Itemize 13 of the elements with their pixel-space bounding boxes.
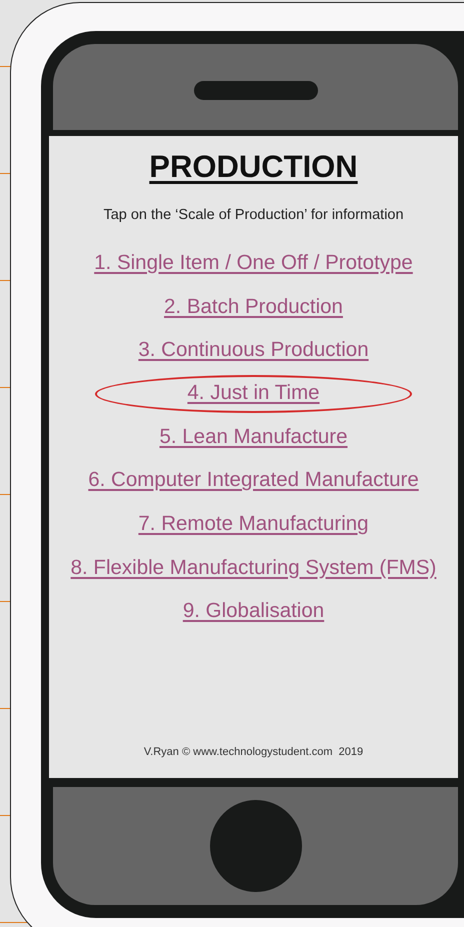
production-link[interactable]: 4. Just in Time (167, 380, 340, 404)
production-link[interactable]: 3. Continuous Production (118, 338, 389, 363)
production-link[interactable]: 2. Batch Production (144, 294, 363, 320)
page-title: PRODUCTION (149, 148, 358, 186)
production-link[interactable]: 9. Globalisation (162, 599, 344, 624)
speaker-slot-icon (194, 80, 318, 100)
production-link[interactable]: 1. Single Item / One Off / Prototype (74, 250, 433, 276)
production-link[interactable]: 7. Remote Manufacturing (118, 512, 389, 536)
copyright-text: V.Ryan © www.technologystudent.com 2019 (144, 744, 364, 760)
instruction-text: Tap on the ‘Scale of Production’ for information (103, 206, 404, 226)
production-link[interactable]: 8. Flexible Manufacturing System (FMS) (50, 556, 456, 580)
production-link[interactable]: 5. Lean Manufacture (139, 424, 368, 450)
production-link[interactable]: 6. Computer Integrated Manufacture (68, 468, 439, 493)
